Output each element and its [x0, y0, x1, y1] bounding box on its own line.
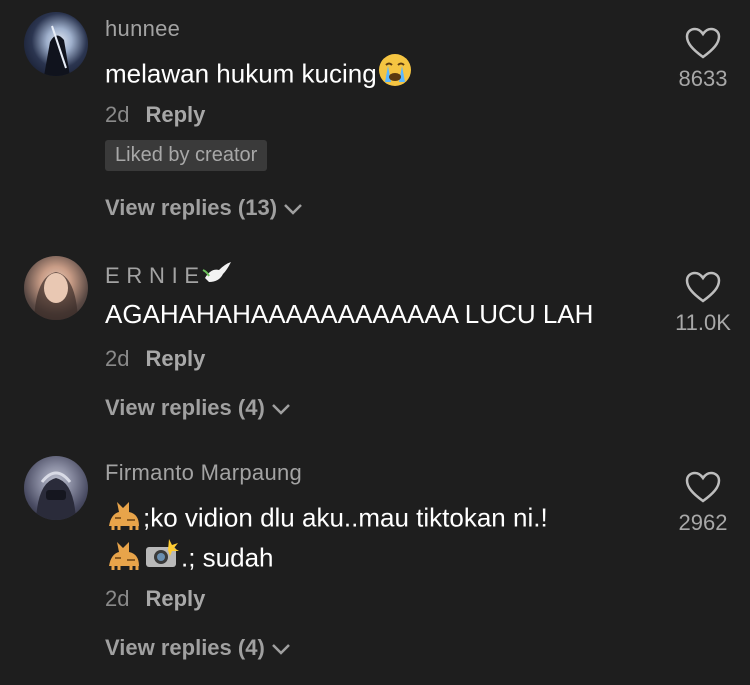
dove-icon: [201, 260, 233, 294]
like-button[interactable]: 8633: [668, 26, 738, 92]
crying-face-icon: [377, 52, 413, 99]
reply-button[interactable]: Reply: [145, 346, 205, 371]
chevron-down-icon: [284, 204, 302, 215]
view-replies-button[interactable]: View replies (13): [105, 195, 303, 221]
view-replies-button[interactable]: View replies (4): [105, 635, 291, 661]
camera-flash-icon: [143, 537, 181, 582]
like-count: 11.0K: [675, 310, 731, 335]
comment-meta: 2d Reply: [105, 102, 205, 128]
comment-text: melawan hukum kucing: [105, 52, 413, 99]
username[interactable]: hunnee: [105, 16, 180, 42]
comment-text-line2: .; sudah: [105, 536, 274, 583]
avatar[interactable]: [24, 256, 88, 320]
cat-icon: [105, 536, 143, 583]
heart-icon: [685, 471, 721, 503]
chevron-down-icon: [271, 404, 290, 415]
chevron-down-icon: [271, 644, 290, 655]
liked-by-creator-badge: Liked by creator: [105, 140, 268, 171]
view-replies-button[interactable]: View replies (4): [105, 395, 291, 421]
avatar[interactable]: [24, 456, 88, 520]
username[interactable]: Firmanto Marpaung: [105, 460, 302, 486]
like-button[interactable]: 2962: [668, 470, 738, 536]
reply-button[interactable]: Reply: [145, 102, 205, 127]
reply-button[interactable]: Reply: [145, 586, 205, 611]
like-button[interactable]: 11.0K: [668, 270, 738, 336]
timestamp: 2d: [105, 102, 130, 127]
heart-icon: [685, 27, 721, 59]
timestamp: 2d: [105, 586, 130, 611]
comment-meta: 2d Reply: [105, 586, 205, 612]
username[interactable]: E R N I E: [105, 260, 233, 294]
timestamp: 2d: [105, 346, 130, 371]
like-count: 8633: [678, 66, 728, 91]
comment-text: AGAHAHAHAAAAAAAAAAAA LUCU LAH: [105, 299, 594, 329]
like-count: 2962: [678, 510, 728, 535]
heart-icon: [685, 271, 721, 303]
avatar[interactable]: [24, 12, 88, 76]
comment-meta: 2d Reply: [105, 346, 205, 372]
